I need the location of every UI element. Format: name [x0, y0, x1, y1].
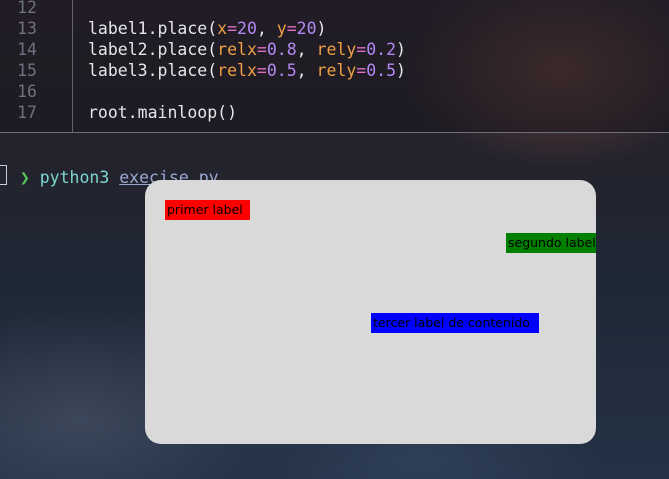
line-number: 14 [17, 40, 37, 59]
code-token: ) [396, 40, 406, 59]
terminal-prompt-line: ❯ python3 execise.py [0, 142, 219, 187]
code-token: = [227, 19, 238, 38]
code-token: 0.2 [366, 40, 397, 59]
code-token: label1.place( [88, 19, 218, 38]
line-number: 16 [17, 82, 37, 101]
code-text: label1.place(x=20, y=20) [88, 18, 326, 39]
code-token: relx [217, 61, 257, 80]
code-token: = [256, 61, 267, 80]
code-token: , [256, 19, 277, 38]
code-token: relx [217, 40, 257, 59]
tk-window[interactable]: primer label segundo label tercer label … [145, 180, 596, 444]
code-token: = [286, 19, 297, 38]
line-number: 13 [17, 19, 37, 38]
code-token: ) [316, 19, 327, 38]
code-text: label2.place(relx=0.8, rely=0.2) [88, 39, 406, 60]
code-token: label2.place( [88, 40, 218, 59]
line-number: 15 [17, 61, 37, 80]
code-token: , [296, 61, 317, 80]
terminal-cursor [0, 165, 7, 185]
line-number: 17 [17, 103, 37, 122]
tercer-label: tercer label de contenido [371, 313, 539, 333]
code-token: label3.place( [88, 61, 218, 80]
code-token: 0.8 [266, 40, 297, 59]
code-token: root.mainloop() [88, 103, 238, 122]
code-token: x [217, 19, 228, 38]
terminal-command: python3 [39, 168, 110, 187]
code-token: 20 [296, 19, 317, 38]
code-token: 20 [237, 19, 257, 38]
line-number: 12 [17, 0, 37, 17]
code-text: root.mainloop() [88, 102, 237, 123]
prompt-chevron-icon: ❯ [19, 168, 30, 187]
code-token: 0.5 [366, 61, 397, 80]
code-token: rely [316, 40, 357, 59]
code-token: = [356, 61, 367, 80]
code-token: 0.5 [266, 61, 297, 80]
code-text: label3.place(relx=0.5, rely=0.5) [88, 60, 406, 81]
segundo-label: segundo label [506, 233, 596, 253]
code-token: ) [396, 61, 406, 80]
code-editor-pane[interactable]: 12 13 label1.place(x=20, y=20) 14 label2.pla… [0, 0, 669, 133]
primer-label: primer label [165, 200, 250, 220]
code-token: , [296, 40, 317, 59]
code-token: = [356, 40, 367, 59]
code-token: y [276, 19, 287, 38]
code-token: rely [316, 61, 357, 80]
code-token: = [256, 40, 267, 59]
